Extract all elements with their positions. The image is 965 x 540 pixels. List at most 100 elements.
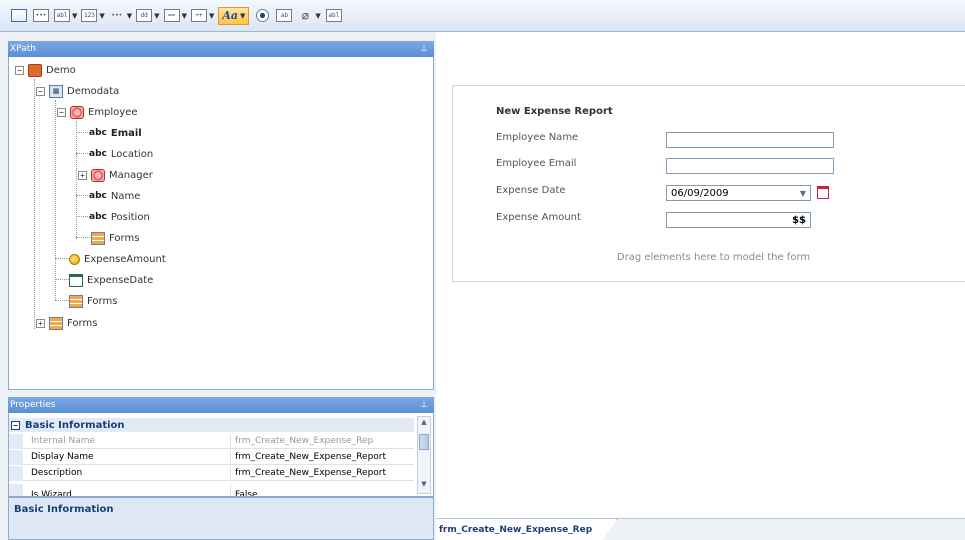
chevron-down-icon[interactable]: ▼ — [72, 12, 77, 20]
scrollbar-thumb[interactable] — [419, 434, 429, 450]
expense-date-picker[interactable]: 06/09/2009 ▼ — [666, 185, 811, 201]
tab-frm-create-new-expense-rep[interactable]: frm_Create_New_Expense_Rep — [436, 519, 618, 540]
grid-button[interactable]: == ▼ — [163, 7, 187, 25]
font-style-icon: Aa — [222, 9, 239, 22]
expense-amount-field[interactable]: $$ — [666, 212, 811, 228]
property-label: Internal Name — [9, 434, 231, 448]
tree-node-label: Employee — [88, 106, 138, 118]
form-list-icon — [69, 294, 83, 308]
expense-amount-label: Expense Amount — [496, 212, 581, 223]
textbox-button[interactable]: abl ▼ — [54, 7, 77, 25]
chevron-down-icon[interactable]: ▼ — [182, 12, 187, 20]
collapse-icon[interactable]: − — [11, 420, 20, 430]
expand-icon[interactable]: + — [36, 318, 45, 328]
calendar-icon — [69, 273, 83, 287]
form-button[interactable] — [10, 7, 28, 25]
properties-scrollbar[interactable]: ▲ ▼ — [417, 416, 431, 494]
lookup-button[interactable]: ++ ▼ — [190, 7, 214, 25]
form-list-icon — [49, 316, 63, 330]
font-style-button[interactable]: Aa ▼ — [218, 6, 250, 25]
employee-email-field[interactable] — [666, 158, 834, 174]
datepicker-button[interactable]: dd ▼ — [136, 7, 160, 25]
password-button[interactable]: ••• ▼ — [109, 7, 132, 25]
tree-node-manager[interactable]: + Manager — [78, 165, 153, 185]
text-field-icon: abc — [89, 191, 107, 201]
property-row-internal-name[interactable]: Internal Name frm_Create_New_Expense_Rep — [9, 434, 414, 449]
attachment-button[interactable]: ⌀ ▼ — [297, 7, 321, 25]
property-description: Basic Information — [8, 497, 434, 540]
employee-name-label: Employee Name — [496, 132, 579, 143]
currency-icon — [69, 253, 80, 265]
chevron-down-icon[interactable]: ▼ — [800, 189, 806, 198]
property-row-description[interactable]: Description frm_Create_New_Expense_Repor… — [9, 466, 414, 481]
new-form-button[interactable]: ••• — [32, 7, 50, 25]
property-value: frm_Create_New_Expense_Rep — [235, 436, 374, 446]
tree-node-expense-date[interactable]: ExpenseDate — [69, 270, 153, 290]
scroll-down-icon[interactable]: ▼ — [418, 480, 430, 492]
tree-node-name[interactable]: abc Name — [89, 186, 140, 206]
new-form-icon: ••• — [33, 9, 49, 22]
tree-node-demo[interactable]: − Demo — [15, 60, 76, 80]
tree-node-forms-root[interactable]: + Forms — [36, 313, 97, 333]
properties-panel-title: Properties — [10, 400, 56, 410]
numeric-button[interactable]: 123 ▼ — [81, 7, 105, 25]
chevron-down-icon[interactable]: ▼ — [315, 12, 320, 20]
app-window: ••• abl ▼ 123 ▼ ••• ▼ dd ▼ == ▼ ++ ▼ Aa ▼ ab ⌀ ▼… — [0, 0, 965, 540]
properties-panel-header: Properties ⊥ — [8, 397, 434, 413]
tree-node-demodata[interactable]: − ▦ Demodata — [36, 81, 119, 101]
tree-node-label: Forms — [109, 232, 140, 244]
collapse-icon[interactable]: − — [15, 65, 24, 75]
tree-node-label: Forms — [87, 295, 118, 307]
property-label: Is Wizard — [9, 484, 231, 496]
expense-date-label: Expense Date — [496, 185, 566, 196]
collapse-icon[interactable]: − — [36, 86, 45, 96]
tab-label: frm_Create_New_Expense_Rep — [439, 524, 593, 535]
employee-name-field[interactable] — [666, 132, 834, 148]
property-row-display-name[interactable]: Display Name frm_Create_New_Expense_Repo… — [9, 450, 414, 465]
property-label: Display Name — [9, 450, 231, 464]
property-description-title: Basic Information — [14, 504, 114, 515]
property-value[interactable]: frm_Create_New_Expense_Report — [231, 450, 414, 464]
property-category[interactable]: − Basic Information — [9, 418, 414, 432]
xpath-panel-header: XPath ⊥ — [8, 41, 434, 57]
password-icon: ••• — [111, 12, 123, 19]
tree-node-position[interactable]: abc Position — [89, 207, 150, 227]
tree-node-label: Manager — [109, 169, 153, 181]
pin-icon[interactable]: ⊥ — [420, 400, 428, 410]
tree-node-forms-demodata[interactable]: Forms — [69, 291, 117, 311]
entity-icon — [70, 105, 84, 119]
label-button[interactable]: ab — [275, 7, 293, 25]
property-category-label: Basic Information — [25, 419, 125, 431]
chevron-down-icon[interactable]: ▼ — [99, 12, 104, 20]
tree-node-employee[interactable]: − Employee — [57, 102, 138, 122]
scroll-up-icon[interactable]: ▲ — [418, 418, 430, 430]
tree-node-expense-amount[interactable]: ExpenseAmount — [69, 249, 166, 269]
property-row-is-wizard[interactable]: Is Wizard False — [9, 484, 414, 496]
chevron-down-icon[interactable]: ▼ — [240, 12, 245, 20]
text-field-icon: abc — [89, 128, 107, 138]
xpath-tree: − Demo − ▦ Demodata − Employee abc Email… — [8, 57, 434, 390]
tree-node-email[interactable]: abc Email — [89, 123, 142, 143]
chevron-down-icon[interactable]: ▼ — [127, 12, 132, 20]
property-grid: − Basic Information Internal Name frm_Cr… — [8, 413, 434, 497]
property-value[interactable]: False — [231, 484, 414, 496]
calendar-icon[interactable] — [817, 186, 829, 199]
lookup-icon: ++ — [190, 9, 207, 22]
property-value[interactable]: frm_Create_New_Expense_Report — [231, 466, 414, 480]
chevron-down-icon[interactable]: ▼ — [209, 12, 214, 20]
chevron-down-icon[interactable]: ▼ — [154, 12, 159, 20]
text-field-icon: abc — [89, 212, 107, 222]
tree-node-label: ExpenseDate — [87, 274, 154, 286]
text-field-icon: abc — [89, 149, 107, 159]
radio-button-tool[interactable] — [253, 7, 271, 25]
hidden-textbox-button[interactable]: abl — [325, 7, 343, 25]
pin-icon[interactable]: ⊥ — [420, 44, 428, 54]
tree-node-location[interactable]: abc Location — [89, 144, 153, 164]
expand-icon[interactable]: + — [78, 170, 87, 180]
database-icon: ▦ — [49, 84, 63, 98]
label-icon: ab — [276, 9, 293, 22]
collapse-icon[interactable]: − — [57, 107, 66, 117]
tree-node-forms-employee[interactable]: Forms — [91, 228, 139, 248]
form-preview[interactable]: New Expense Report Employee Name Employe… — [452, 85, 965, 282]
form-list-icon — [91, 231, 105, 245]
